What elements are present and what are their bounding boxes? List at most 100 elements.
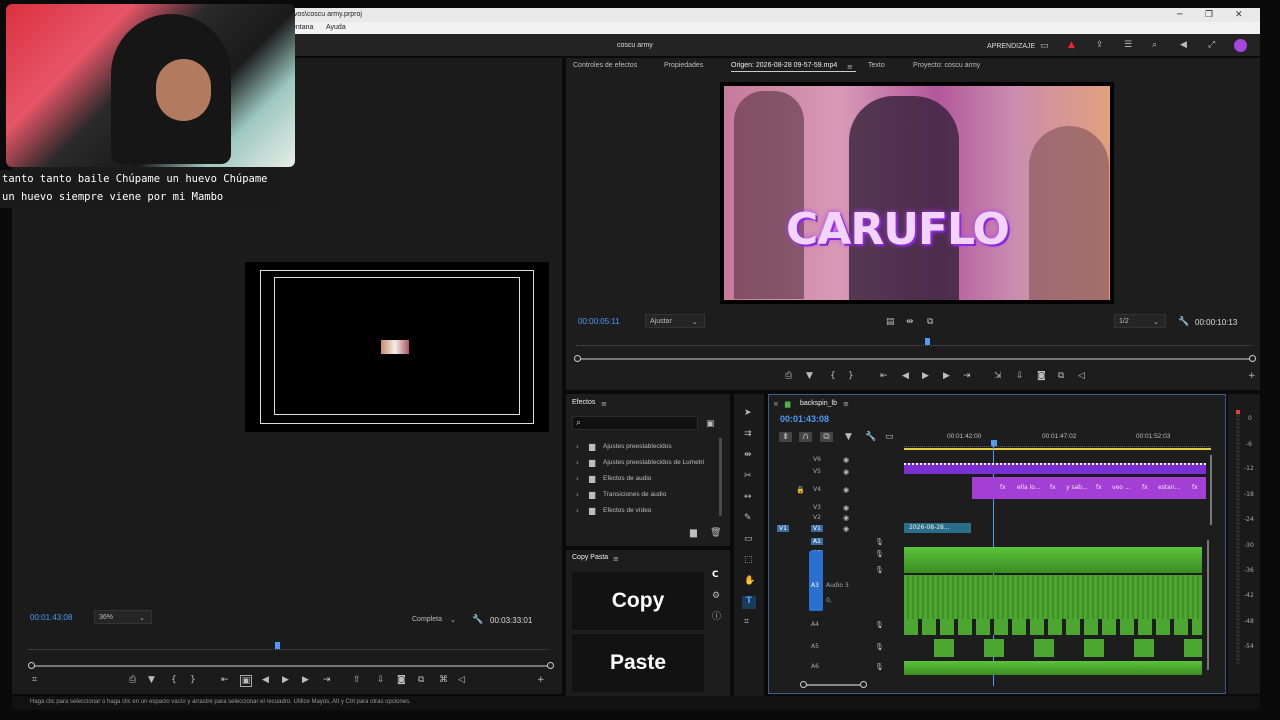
eye-icon[interactable]: ◉	[843, 485, 849, 495]
c-icon[interactable]: C	[712, 570, 719, 580]
audio-icon[interactable]: ◁	[458, 675, 465, 685]
mark-out-icon[interactable]: }	[848, 371, 854, 381]
v5-clip[interactable]	[904, 463, 1206, 474]
clip-icon[interactable]: ▤	[886, 317, 895, 327]
tab-menu-icon[interactable]: ≡	[613, 554, 619, 564]
timeline-ruler[interactable]	[904, 442, 1211, 447]
tab-effect-controls[interactable]: Controles de efectos	[573, 62, 637, 69]
go-to-out-icon[interactable]: ⇥	[963, 371, 971, 381]
tab-menu-icon[interactable]: ≡	[601, 399, 607, 409]
compare-icon[interactable]: ⧉	[418, 675, 424, 685]
lift-icon[interactable]: ⇧	[353, 675, 361, 685]
type-tool-icon[interactable]: T	[742, 596, 756, 609]
workspace-label[interactable]: APRENDIZAJE	[987, 43, 1035, 50]
track-v5[interactable]: V5	[813, 468, 821, 475]
timeline-vscroll[interactable]	[1210, 455, 1212, 525]
microphone-icon[interactable]: 🎙	[875, 662, 884, 672]
go-to-out-icon[interactable]: ⇥	[323, 675, 331, 685]
close-icon[interactable]: ✕	[1235, 10, 1243, 20]
microphone-icon[interactable]: 🎙	[875, 620, 884, 630]
track-v6[interactable]: V6	[813, 456, 821, 463]
track-v1[interactable]: V1	[811, 525, 823, 532]
source-patch-v1[interactable]: V1	[777, 525, 789, 532]
track-a4[interactable]: A4	[811, 621, 819, 628]
a6-clip[interactable]	[904, 661, 1202, 675]
marker-icon[interactable]: ▼	[806, 371, 813, 381]
track-v4[interactable]: V4	[813, 486, 821, 493]
step-back-icon[interactable]: ◀	[902, 371, 909, 381]
menu-icon[interactable]: ☰	[1124, 40, 1132, 50]
play-icon[interactable]: ▶	[282, 675, 289, 685]
microphone-icon[interactable]: 🎙	[875, 537, 884, 547]
go-to-in-icon[interactable]: ⇤	[880, 371, 888, 381]
tab-properties[interactable]: Propiedades	[664, 62, 703, 69]
step-forward-icon[interactable]: ▶	[302, 675, 309, 685]
effects-item[interactable]: › ▆ Efectos de audio	[576, 472, 724, 488]
volume-icon[interactable]: ◀	[1180, 40, 1187, 50]
wrench-icon[interactable]: 🔧	[472, 615, 483, 625]
track-a5[interactable]: A5	[811, 643, 819, 650]
profile-avatar[interactable]	[1234, 39, 1247, 52]
microphone-icon[interactable]: 🎙	[875, 549, 884, 559]
step-forward-icon[interactable]: ▶	[943, 371, 950, 381]
tab-text[interactable]: Texto	[868, 62, 885, 69]
caption-icon[interactable]: ⌗	[744, 617, 749, 627]
captions-icon[interactable]: ▭	[885, 432, 894, 442]
zoom-select[interactable]: 36% ⌄	[94, 610, 152, 624]
tab-source[interactable]: Origen: 2026-08-28 09-57-59.mp4	[731, 62, 837, 69]
scroll-handle-right[interactable]	[547, 662, 554, 669]
source-ruler[interactable]	[576, 338, 1252, 346]
source-playhead[interactable]	[925, 338, 930, 345]
paste-button[interactable]: Paste	[572, 634, 704, 692]
eye-icon[interactable]: ◉	[843, 513, 849, 523]
fullscreen-icon[interactable]: ⤢	[1208, 40, 1215, 50]
track-select-icon[interactable]: ⇉	[744, 429, 752, 439]
track-a1[interactable]: A1	[811, 538, 823, 545]
program-ruler[interactable]	[28, 642, 548, 650]
eye-icon[interactable]: ◉	[843, 503, 849, 513]
audio-3-level[interactable]: 0,	[826, 597, 832, 604]
source-scrollbar[interactable]	[578, 358, 1254, 360]
export-frame-icon[interactable]: ⎙	[129, 675, 136, 685]
lock-icon[interactable]: 🔒	[796, 485, 805, 495]
gear-icon[interactable]: ⚙	[712, 591, 720, 601]
camera-icon[interactable]: ◙	[397, 675, 406, 685]
extract-icon[interactable]: ⇩	[377, 675, 385, 685]
v4-clip[interactable]: fx ella lo... fx y sab... fx veo ... fx …	[972, 477, 1206, 499]
a5-clip[interactable]	[904, 639, 1202, 657]
tab-menu-icon[interactable]: ≡	[843, 399, 849, 409]
drag-video-icon[interactable]: ⇹	[906, 317, 914, 327]
snap-icon[interactable]: ∩	[799, 432, 812, 442]
quality-select[interactable]: Completa ⌄	[410, 613, 462, 627]
effects-item[interactable]: › ▆ Efectos de vídeo	[576, 504, 724, 520]
source-timecode[interactable]: 00:00:05:11	[578, 317, 620, 326]
timeline-timecode[interactable]: 00:01:43:08	[780, 414, 829, 424]
timeline-hscroll[interactable]	[804, 684, 864, 686]
tab-project[interactable]: Proyecto: coscu army	[913, 62, 980, 69]
effects-search-input[interactable]: ⌕	[572, 416, 698, 430]
marker-icon[interactable]: ▼	[148, 675, 155, 685]
v1-clip[interactable]: 2026-08-28...	[904, 523, 971, 533]
microphone-icon[interactable]: 🎙	[875, 565, 884, 575]
crop-icon[interactable]: ⌗	[32, 675, 37, 685]
mark-in-icon[interactable]: {	[830, 371, 836, 381]
vr-icon[interactable]: ⌘	[439, 675, 448, 685]
linked-selection-icon[interactable]: ⧉	[820, 432, 833, 442]
track-v3[interactable]: V3	[813, 504, 821, 511]
close-icon[interactable]: ×	[773, 399, 779, 409]
menu-item-help[interactable]: Ayuda	[326, 24, 346, 31]
camera-icon[interactable]: ◙	[1037, 371, 1046, 381]
drag-audio-icon[interactable]: ⧉	[927, 317, 933, 327]
a4-clip[interactable]	[904, 619, 1202, 635]
scroll-handle-left[interactable]	[28, 662, 35, 669]
panel-icon[interactable]: ▭	[1040, 41, 1049, 51]
scroll-handle-right[interactable]	[1249, 355, 1256, 362]
transform-icon[interactable]: ⬚	[744, 555, 753, 565]
selection-tool-icon[interactable]: ➤	[744, 408, 752, 418]
timeline-playhead[interactable]	[991, 440, 997, 446]
program-playhead[interactable]	[275, 642, 280, 649]
timeline-vscroll-audio[interactable]	[1207, 540, 1209, 670]
add-button-icon[interactable]: +	[537, 675, 545, 685]
copy-button[interactable]: Copy	[572, 572, 704, 630]
microphone-icon[interactable]: 🎙	[875, 642, 884, 652]
